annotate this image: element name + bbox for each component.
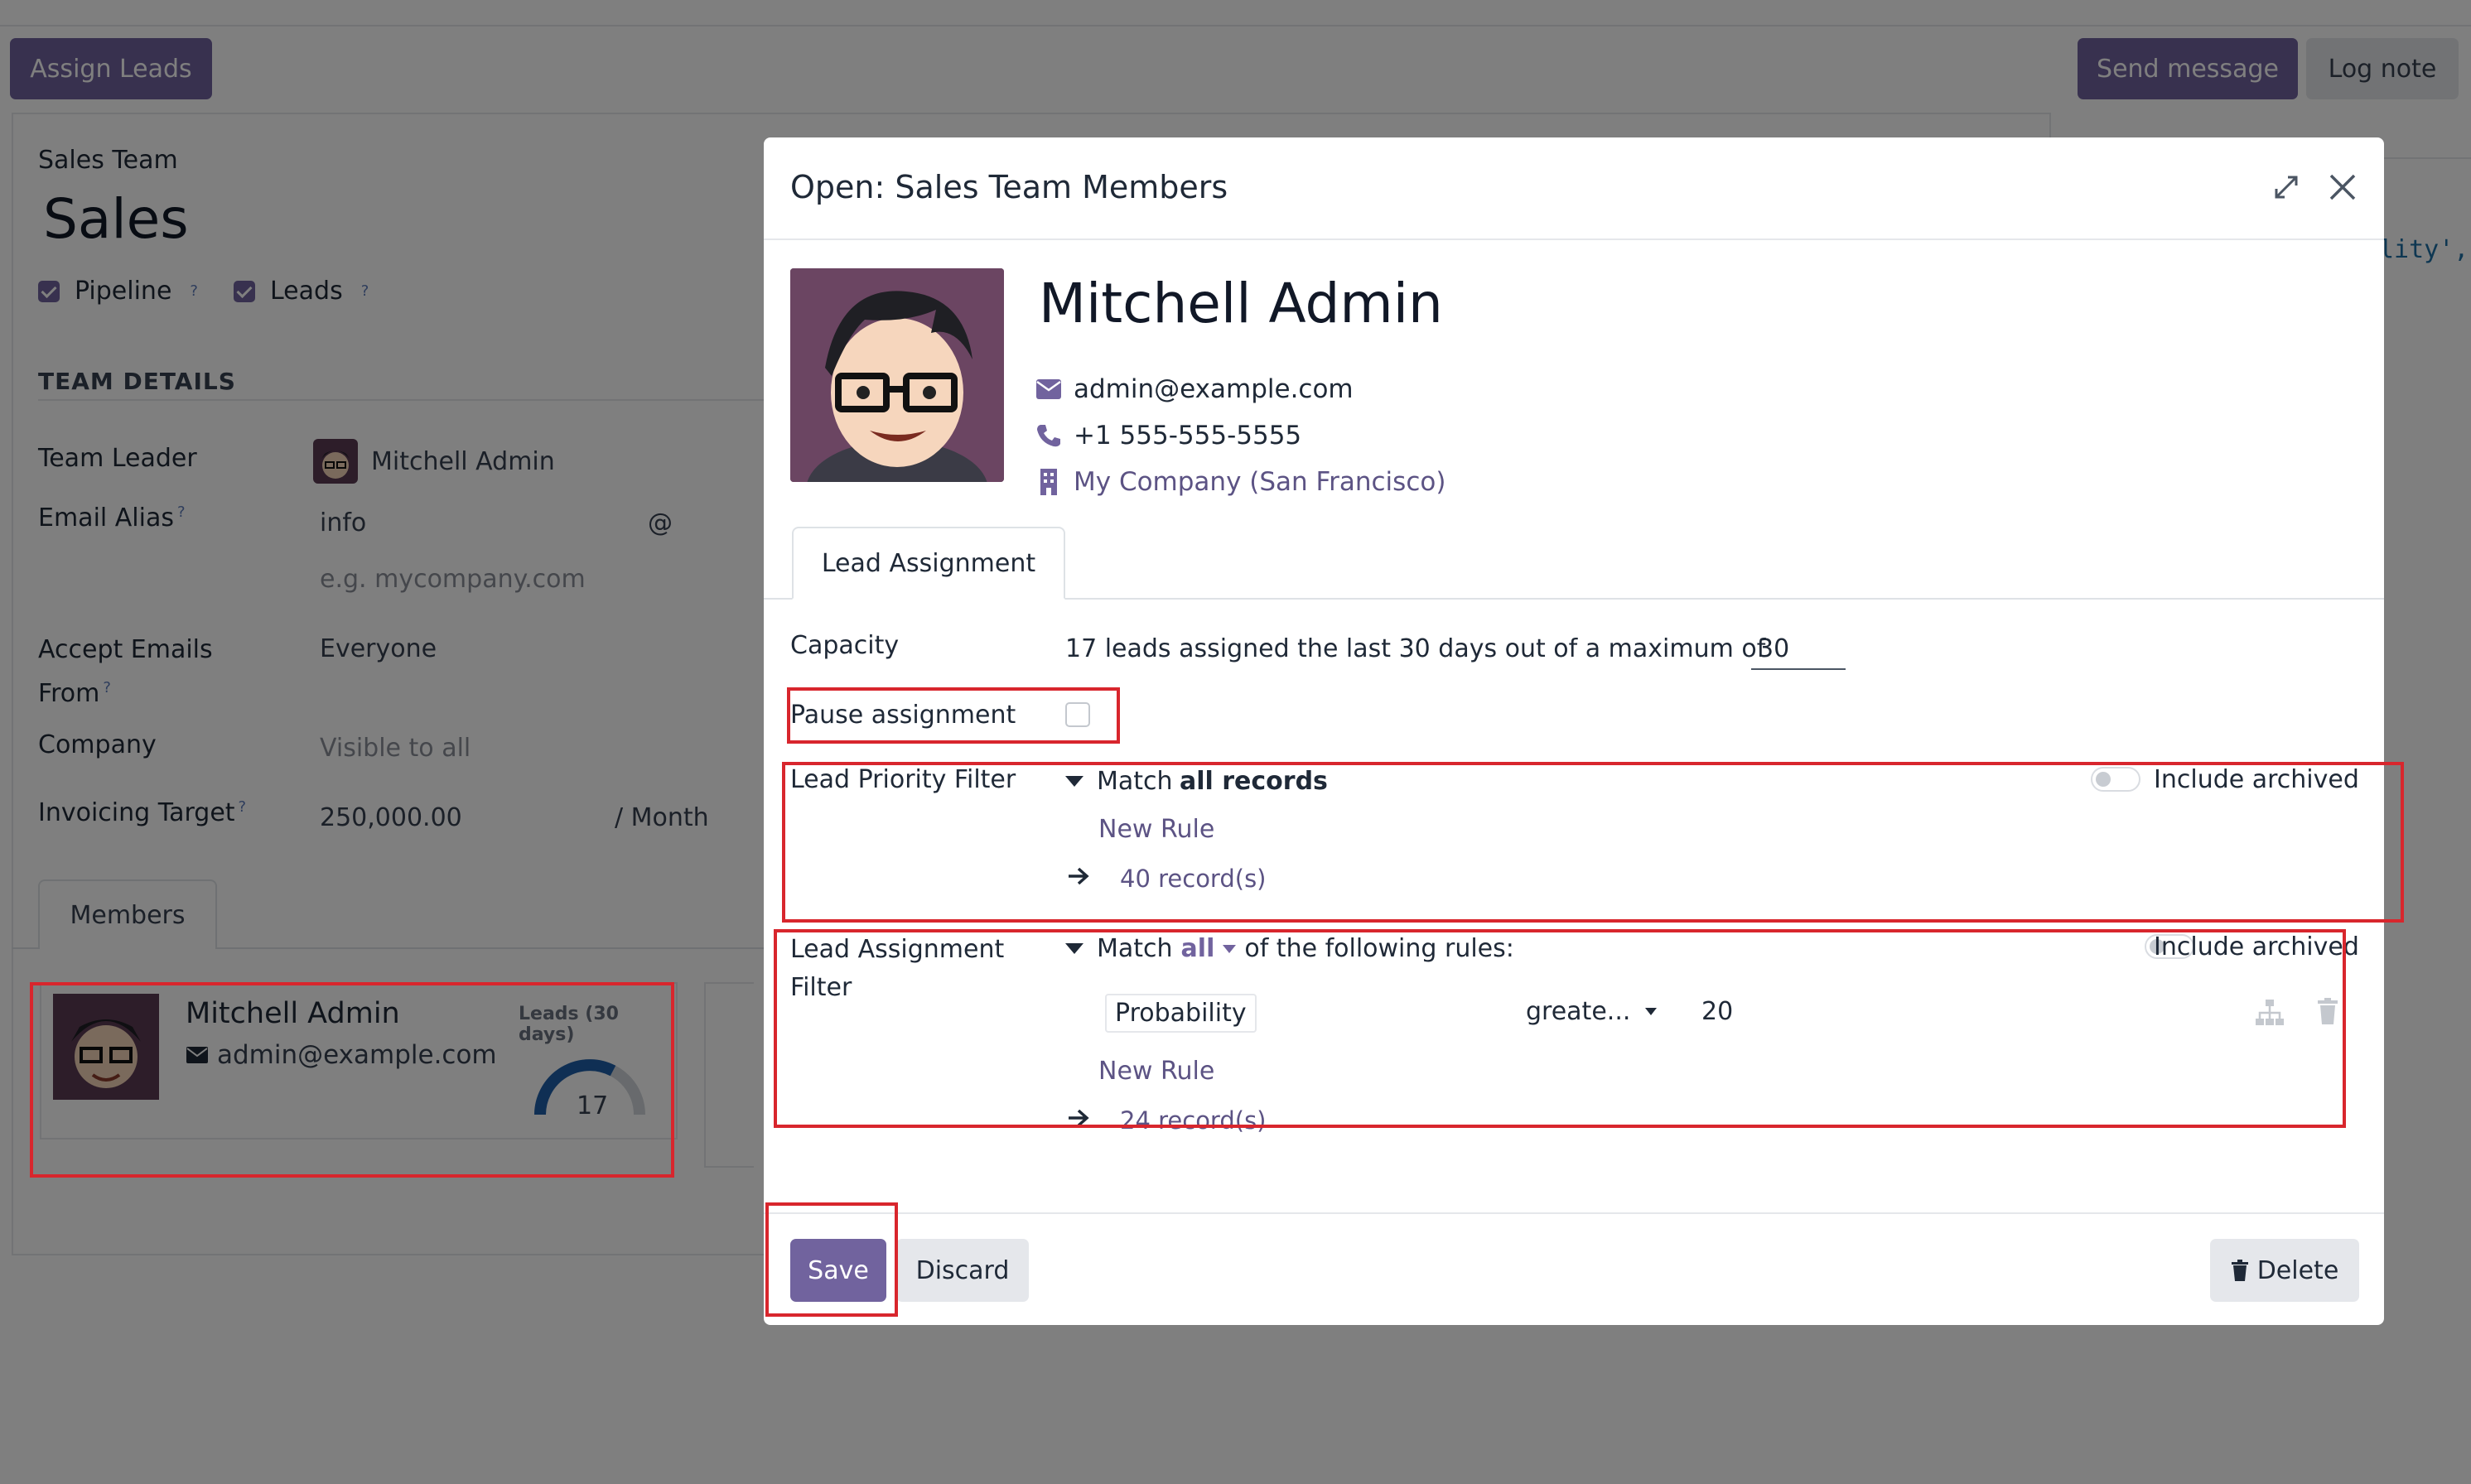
- capacity-text: 17 leads assigned the last 30 days out o…: [1065, 634, 1766, 663]
- pause-assignment-highlight: [787, 687, 1120, 744]
- phone-row: +1 555-555-5555: [1035, 421, 1301, 450]
- close-icon[interactable]: [2328, 172, 2358, 202]
- email-row: admin@example.com: [1035, 374, 1354, 404]
- expand-icon[interactable]: [2273, 174, 2300, 200]
- discard-button[interactable]: Discard: [896, 1239, 1029, 1302]
- capacity-label: Capacity: [790, 631, 900, 660]
- capacity-input[interactable]: 30: [1751, 634, 1846, 670]
- trash-icon: [2231, 1260, 2248, 1281]
- dialog-footer-divider: [764, 1212, 2384, 1214]
- envelope-icon: [1036, 379, 1061, 399]
- delete-label: Delete: [2256, 1255, 2339, 1285]
- company-row: My Company (San Francisco): [1035, 467, 1445, 497]
- tab-lead-assignment[interactable]: Lead Assignment: [792, 527, 1065, 600]
- member-name-heading[interactable]: Mitchell Admin: [1039, 272, 1443, 335]
- phone-value[interactable]: +1 555-555-5555: [1074, 421, 1301, 450]
- building-icon: [1040, 469, 1057, 495]
- delete-button[interactable]: Delete: [2210, 1239, 2359, 1302]
- save-button-highlight: [765, 1202, 898, 1317]
- email-value[interactable]: admin@example.com: [1074, 374, 1354, 404]
- assignment-filter-highlight: [774, 929, 2346, 1128]
- member-photo[interactable]: [790, 268, 1004, 482]
- dialog-title: Open: Sales Team Members: [790, 169, 1228, 205]
- member-card-highlight: [30, 982, 674, 1178]
- phone-icon: [1037, 425, 1060, 447]
- company-link[interactable]: My Company (San Francisco): [1074, 467, 1445, 497]
- dialog-header-divider: [764, 238, 2384, 240]
- priority-filter-highlight: [782, 762, 2404, 923]
